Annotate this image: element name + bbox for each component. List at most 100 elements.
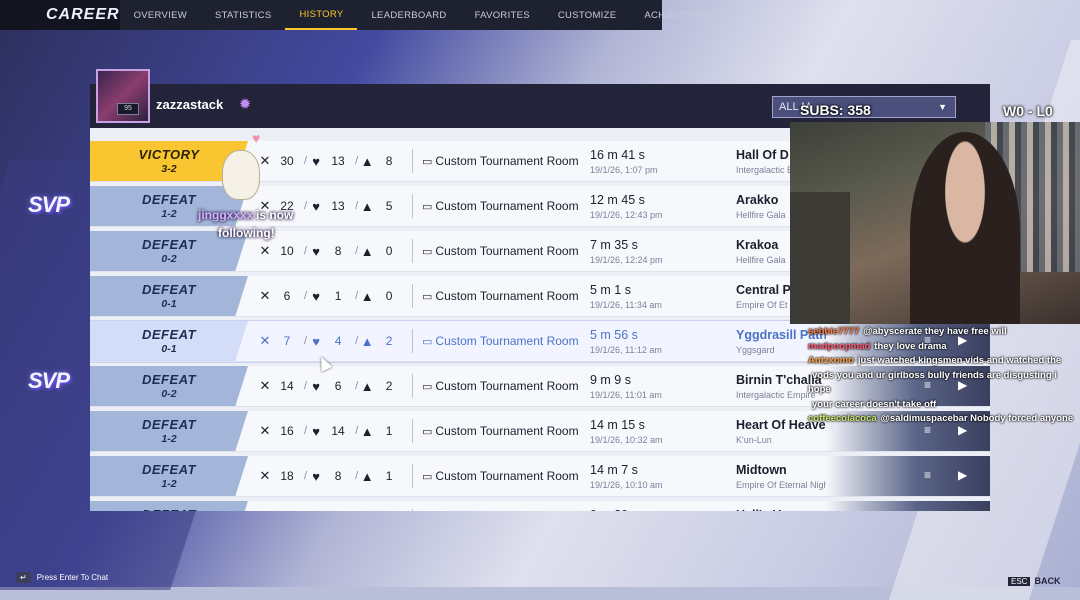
match-score: 0-2 [161,388,177,400]
map-region: Intergalactic Empire [736,390,816,400]
separator: / [304,200,308,212]
kda-stats: ✕ 18 / ♥ 8 / ▲ 1 [258,468,404,484]
separator: / [355,155,359,167]
chat-message: Antzxomo just watched kingsmen vids and w… [808,354,1080,369]
replay-play-icon[interactable]: ▶ [958,468,967,482]
follow-alert-text: is now [256,208,294,222]
subs-counter: SUBS: 358 [800,102,871,118]
tab-favorites[interactable]: FAVORITES [461,0,544,30]
heart-icon: ♥ [252,130,261,146]
kills-icon: ✕ [259,378,271,393]
match-duration: 14 m 15 s [590,418,645,432]
tab-history[interactable]: HISTORY [285,0,358,30]
chat-message: your career doesn't take off [808,398,1080,413]
kills-value: 7 [283,334,291,348]
map-region: Intergalactic E [736,165,794,175]
match-duration: 9 m 9 s [590,373,631,387]
assists-icon: ▲ [360,333,374,349]
separator: / [304,290,308,302]
assists-icon: ▲ [360,423,374,439]
chat-text: your career doesn't take off [812,398,937,410]
map-name: Central P [736,283,791,297]
kills-value: 18 [280,469,294,483]
deaths-icon: ♥ [312,468,320,484]
menu-icon[interactable]: ≡ [924,468,931,482]
assists-icon: ▲ [360,468,374,484]
webcam-feed [790,122,1080,324]
match-duration: 14 m 7 s [590,463,638,477]
svp-badge: SVP [28,368,70,393]
result-label: DEFEAT [90,507,248,511]
kda-stats: ✕ 6 / ♥ 1 / ▲ 0 [258,288,404,304]
map-name: Arakko [736,193,779,207]
match-result: DEFEAT 1-2 [90,456,248,496]
tab-overview[interactable]: OVERVIEW [120,0,201,30]
map-region: Empire Of Eternal Night [736,480,832,490]
deaths-icon: ♥ [312,243,320,259]
assists-value: 2 [385,379,393,393]
tab-customize[interactable]: CUSTOMIZE [544,0,630,30]
match-row[interactable]: DEFEAT 1-2 ✕ 18 / ♥ 8 / ▲ 1 ▭ Custom Tour… [90,456,990,497]
monitor-icon: ▭ [422,156,433,168]
chat-message: madpoopmad they love drama [808,340,1080,355]
map-region: Hellfire Gala [736,210,786,220]
assists-icon: ▲ [360,153,374,169]
kda-stats: ✕ 7 / ♥ 4 / ▲ 2 [258,333,404,349]
divider [412,194,413,218]
separator: / [355,335,359,347]
chat-text: just watched kingsmen vids and watched t… [857,355,1062,366]
assists-value: 1 [385,424,393,438]
kills-icon: ✕ [259,243,271,258]
map-region: Hellfire Gala [736,255,786,265]
separator: / [355,380,359,392]
map-name: Midtown [736,463,787,477]
monitor-icon: ▭ [422,471,433,483]
kda-stats: ✕ 14 / ♥ 6 / ▲ 2 [258,378,404,394]
cat-sticker [222,150,260,200]
assists-value: 1 [385,469,393,483]
tab-leaderboard[interactable]: LEADERBOARD [357,0,460,30]
match-row[interactable]: DEFEAT ✕ 14 / ♥ 6 / ▲ 4 ▭Custom Tourname… [90,501,990,511]
kda-stats: ✕ 30 / ♥ 13 / ▲ 8 [258,153,404,169]
match-score: 1-2 [161,433,177,445]
kills-value: 14 [280,379,294,393]
monitor-icon: ▭ [422,201,433,213]
streamer [910,132,1020,324]
result-label: DEFEAT [141,462,197,477]
monitor-icon: ▭ [422,291,433,303]
separator: / [304,380,308,392]
game-mode: ▭ Custom Tournament Room [422,244,579,258]
match-timestamp: 19/1/26, 11:34 am [590,300,662,310]
deaths-value: 13 [331,154,345,168]
game-mode-label: Custom Tournament Room [435,469,579,483]
separator: / [355,470,359,482]
avatar[interactable]: 95 [96,69,150,123]
tab-statistics[interactable]: STATISTICS [201,0,285,30]
back-button[interactable]: ESC BACK [1008,576,1060,586]
chat-username: sebbie7777 [808,326,860,337]
assists-value: 2 [385,334,393,348]
kills-value: 6 [283,289,291,303]
deaths-icon: ♥ [312,153,320,169]
match-score: 0-1 [161,343,177,355]
monitor-icon: ▭ [422,426,433,438]
match-score: 0-2 [161,253,177,265]
deaths-value: 6 [334,379,342,393]
match-result: DEFEAT 0-1 [90,321,248,361]
chat-hint[interactable]: ↵ Press Enter To Chat [16,572,108,583]
deaths-value: 8 [334,244,342,258]
kills-icon: ✕ [259,423,271,438]
assists-value: 8 [385,154,393,168]
map-thumbnail: ≡ ▶ [826,456,990,496]
monitor-icon: ▭ [422,381,433,393]
separator: / [355,425,359,437]
divider [412,464,413,488]
username: zazzastack [156,97,224,112]
chat-text: @abyscerate they have free will [863,326,1007,337]
map-name: Krakoa [736,238,779,252]
chat-text: @saldimuspacebar Nobody forced anyone [880,413,1074,424]
kills-icon: ✕ [259,288,271,303]
chat-text: they love drama [874,340,947,352]
tab-achievements[interactable]: ACHIEVEMENTS [630,0,737,30]
game-mode: ▭ Custom Tournament Room [422,199,579,213]
